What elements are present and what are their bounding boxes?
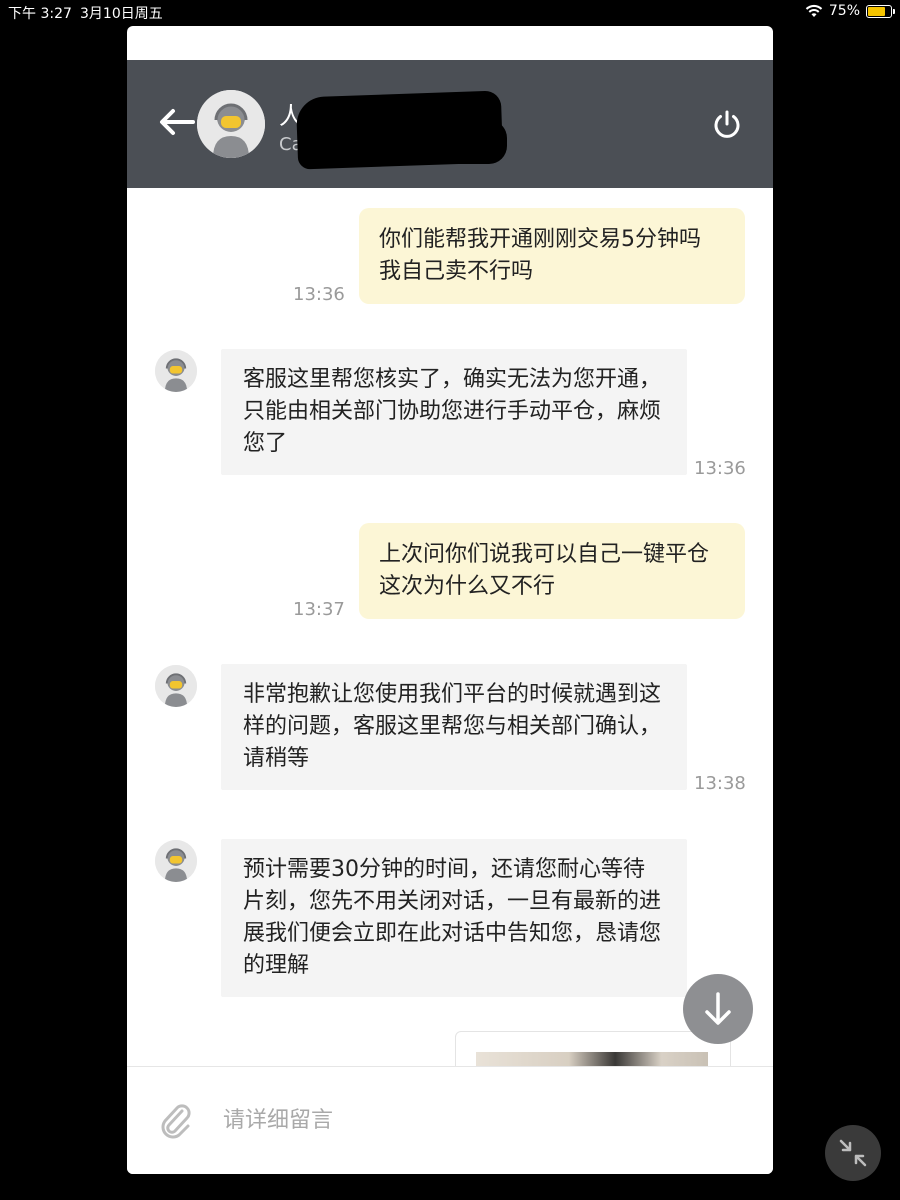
message-list[interactable]: 你们能帮我开通刚刚交易5分钟吗 我自己卖不行吗 13:36 客服这里帮您核实了，… — [127, 188, 773, 1066]
agent-avatar-small — [155, 665, 197, 707]
status-time: 下午 3:27 — [8, 6, 72, 22]
status-bar: 下午 3:27 3月10日周五 75% — [0, 0, 900, 24]
minimize-button[interactable] — [825, 1125, 881, 1181]
message-input[interactable] — [223, 1097, 743, 1143]
user-message: 上次问你们说我可以自己一键平仓 这次为什么又不行 — [359, 523, 745, 619]
battery-level — [868, 6, 885, 16]
user-message: 你们能帮我开通刚刚交易5分钟吗 我自己卖不行吗 — [359, 208, 745, 304]
status-date: 3月10日周五 — [80, 6, 163, 22]
agent-message: 非常抱歉让您使用我们平台的时候就遇到这样的问题，客服这里帮您与相关部门确认，请稍… — [221, 664, 687, 790]
status-right: 75% — [805, 3, 895, 19]
chat-panel: 人工客服 Case 你们能帮我开通刚刚交易5分钟吗 我自己卖不行吗 13:36 … — [127, 26, 773, 1174]
image-thumbnail[interactable] — [476, 1052, 708, 1066]
message-time: 13:37 — [293, 599, 345, 620]
paperclip-icon[interactable] — [157, 1101, 193, 1141]
wifi-icon — [805, 4, 823, 17]
agent-avatar-small — [155, 350, 197, 392]
agent-message: 预计需要30分钟的时间，还请您耐心等待片刻，您先不用关闭对话，一旦有最新的进展我… — [221, 839, 687, 997]
input-bar — [127, 1066, 773, 1174]
arrow-left-icon[interactable] — [157, 106, 197, 138]
battery-percent: 75% — [828, 3, 860, 19]
agent-avatar-small — [155, 840, 197, 882]
power-icon[interactable] — [711, 108, 743, 140]
message-time: 13:38 — [694, 773, 746, 794]
redaction-mark — [427, 120, 507, 164]
message-time: 13:36 — [293, 284, 345, 305]
scroll-down-button[interactable] — [683, 974, 753, 1044]
agent-message: 客服这里帮您核实了，确实无法为您开通，只能由相关部门协助您进行手动平仓，麻烦您了 — [221, 349, 687, 475]
collapse-icon — [839, 1139, 867, 1167]
battery-icon — [866, 4, 895, 18]
agent-avatar — [197, 90, 265, 158]
arrow-down-icon — [705, 992, 731, 1025]
chat-header: 人工客服 Case — [127, 60, 773, 188]
message-time: 13:36 — [694, 458, 746, 479]
